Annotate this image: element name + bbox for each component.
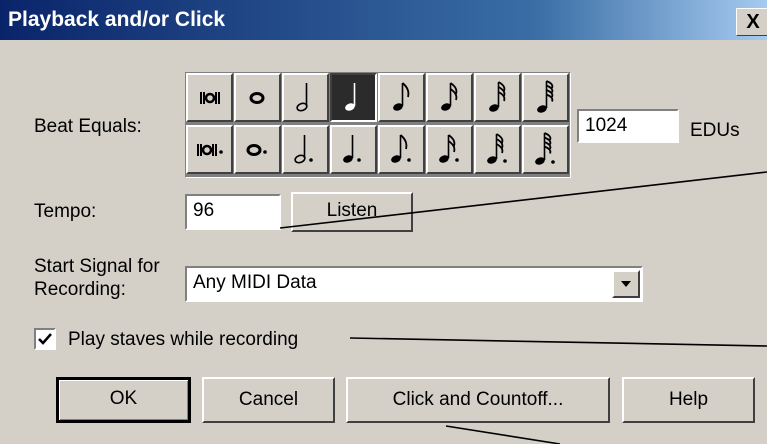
cancel-button[interactable]: Cancel (202, 377, 335, 423)
double-whole-note-icon (200, 92, 220, 104)
duration-dotted-half-button[interactable] (282, 125, 329, 174)
beat-duration-grid (185, 72, 571, 178)
annotation-line-play-staves (349, 337, 767, 347)
duration-sixteenth-button[interactable] (426, 73, 473, 122)
dotted-double-whole-note-icon (197, 144, 223, 156)
ok-button[interactable]: OK (56, 377, 191, 423)
dotted-sixty-fourth-note-icon (535, 132, 555, 165)
duration-dotted-double-whole-button[interactable] (186, 125, 233, 174)
annotation-line-countoff (445, 425, 561, 444)
chevron-down-icon (621, 281, 631, 287)
thirty-second-note-icon (489, 81, 506, 112)
dotted-sixteenth-note-icon (439, 134, 459, 163)
edu-value-input[interactable]: 1024 (577, 109, 679, 143)
checkmark-icon (38, 333, 52, 345)
duration-dotted-quarter-button[interactable] (330, 125, 377, 174)
dotted-eighth-note-icon (391, 134, 411, 163)
whole-note-icon (249, 92, 265, 104)
start-signal-dropdown[interactable]: Any MIDI Data (185, 266, 643, 302)
close-button[interactable]: X (736, 8, 767, 36)
sixty-fourth-note-icon (537, 80, 554, 113)
duration-double-whole-button[interactable] (186, 73, 233, 122)
play-staves-label: Play staves while recording (68, 329, 299, 350)
edu-unit-label: EDUs (690, 120, 740, 141)
help-button[interactable]: Help (622, 377, 755, 423)
window-title: Playback and/or Click (8, 8, 226, 31)
duration-dotted-eighth-button[interactable] (378, 125, 425, 174)
quarter-note-icon (345, 83, 356, 111)
listen-button[interactable]: Listen (291, 192, 413, 232)
duration-dotted-thirty-second-button[interactable] (474, 125, 521, 174)
duration-quarter-button[interactable] (330, 73, 377, 122)
dropdown-arrow-button[interactable] (612, 270, 640, 298)
dotted-thirty-second-note-icon (487, 133, 507, 164)
tempo-input[interactable]: 96 (185, 194, 281, 230)
duration-dotted-sixteenth-button[interactable] (426, 125, 473, 174)
duration-eighth-button[interactable] (378, 73, 425, 122)
sixteenth-note-icon (441, 82, 458, 111)
duration-whole-button[interactable] (234, 73, 281, 122)
duration-dotted-whole-button[interactable] (234, 125, 281, 174)
start-signal-value: Any MIDI Data (193, 272, 317, 293)
dotted-quarter-note-icon (343, 135, 361, 163)
duration-dotted-sixty-fourth-button[interactable] (522, 125, 569, 174)
start-signal-label-line1: Start Signal for (34, 256, 160, 277)
tempo-label: Tempo: (34, 201, 97, 222)
dotted-whole-note-icon (246, 144, 267, 156)
dotted-half-note-icon (294, 135, 313, 164)
duration-thirty-second-button[interactable] (474, 73, 521, 122)
beat-equals-label: Beat Equals: (34, 116, 142, 137)
click-and-countoff-button[interactable]: Click and Countoff... (346, 377, 610, 423)
title-bar: Playback and/or Click X (0, 0, 767, 40)
half-note-icon (296, 83, 308, 112)
play-staves-checkbox[interactable] (34, 328, 56, 350)
start-signal-label-line2: Recording: (34, 279, 126, 300)
duration-sixty-fourth-button[interactable] (522, 73, 569, 122)
duration-half-button[interactable] (282, 73, 329, 122)
eighth-note-icon (393, 82, 410, 111)
